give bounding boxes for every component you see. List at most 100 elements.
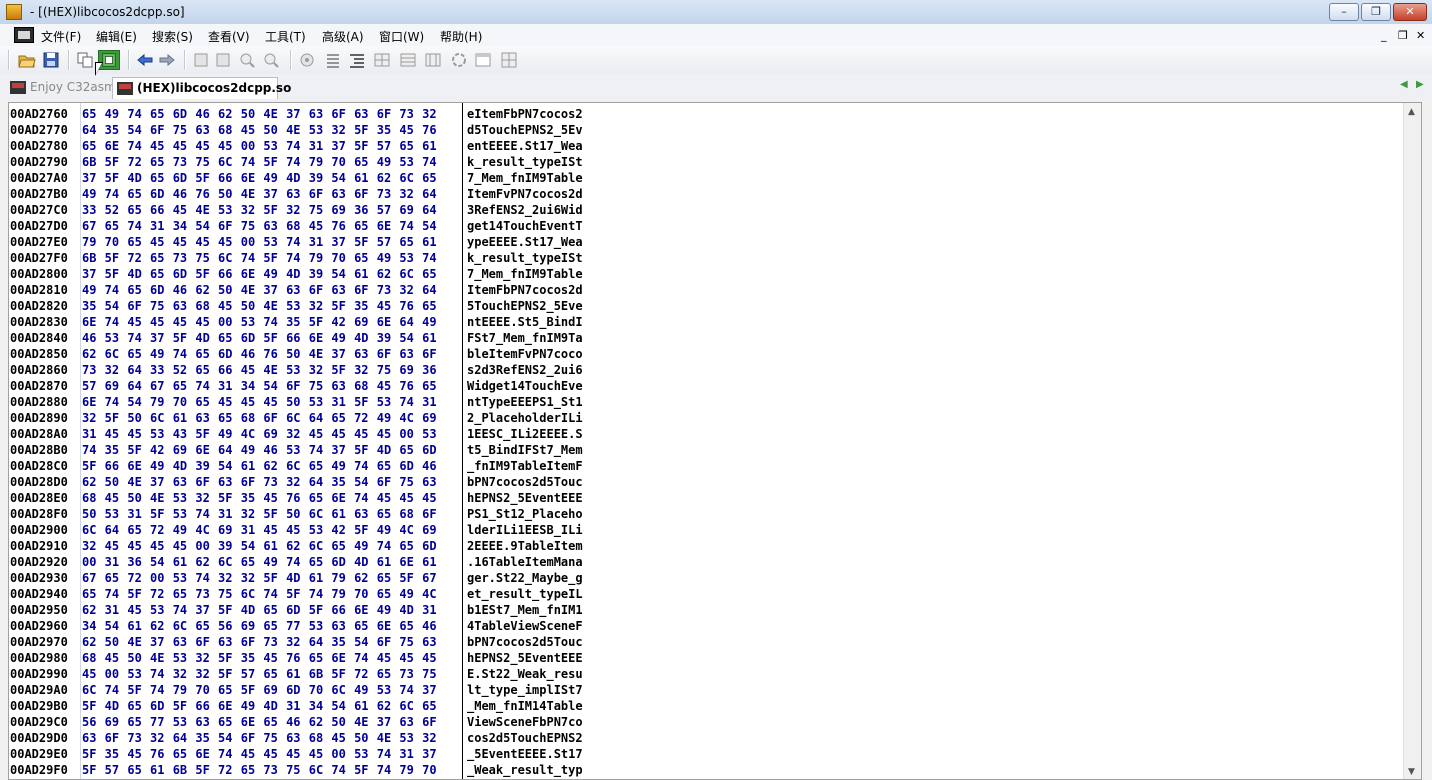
row-ascii[interactable]: d5TouchEPNS2_5Ev [467, 122, 583, 138]
scroll-up-icon[interactable]: ▲ [1408, 107, 1415, 117]
row-ascii[interactable]: 7_Mem_fnIM9Table [467, 170, 583, 186]
row-hex-bytes[interactable]: 62 50 4E 37 63 6F 63 6F 73 32 64 35 54 6… [82, 634, 437, 650]
tab-enjoy-c32asm[interactable]: Enjoy C32asm [6, 77, 116, 99]
row-ascii[interactable]: _Weak_result_typ [467, 762, 583, 778]
menu-search[interactable]: 搜索(S) [152, 28, 193, 45]
row-ascii[interactable]: ItemFvPN7cocos2d [467, 186, 583, 202]
row-hex-bytes[interactable]: 73 32 64 33 52 65 66 45 4E 53 32 5F 32 7… [82, 362, 437, 378]
arrow-left-icon[interactable] [136, 51, 154, 69]
row-ascii[interactable]: E.St22_Weak_resu [467, 666, 583, 682]
row-hex-bytes[interactable]: 37 5F 4D 65 6D 5F 66 6E 49 4D 39 54 61 6… [82, 170, 437, 186]
row-hex-bytes[interactable]: 00 31 36 54 61 62 6C 65 49 74 65 6D 4D 6… [82, 554, 437, 570]
row-ascii[interactable]: s2d3RefENS2_2ui6 [467, 362, 583, 378]
menu-file[interactable]: 文件(F) [41, 28, 81, 45]
row-ascii[interactable]: 2EEEE.9TableItem [467, 538, 583, 554]
row-ascii[interactable]: ntEEEE.St5_BindI [467, 314, 583, 330]
settings-icon[interactable] [298, 51, 316, 69]
row-ascii[interactable]: get14TouchEventT [467, 218, 583, 234]
row-ascii[interactable]: _Mem_fnIM14Table [467, 698, 583, 714]
mdi-restore-button[interactable]: ❐ [1398, 29, 1408, 42]
row-hex-bytes[interactable]: 67 65 72 00 53 74 32 32 5F 4D 61 79 62 6… [82, 570, 437, 586]
window-icon[interactable] [474, 51, 492, 69]
row-hex-bytes[interactable]: 57 69 64 67 65 74 31 34 54 6F 75 63 68 4… [82, 378, 437, 394]
row-ascii[interactable]: hEPNS2_5EventEEE [467, 650, 583, 666]
menu-help[interactable]: 帮助(H) [440, 28, 482, 45]
row-hex-bytes[interactable]: 34 54 61 62 6C 65 56 69 65 77 53 63 65 6… [82, 618, 437, 634]
row-ascii[interactable]: ViewSceneFbPN7co [467, 714, 583, 730]
row-ascii[interactable]: k_result_typeISt [467, 250, 583, 266]
row-hex-bytes[interactable]: 45 00 53 74 32 32 5F 57 65 61 6B 5F 72 6… [82, 666, 437, 682]
row-hex-bytes[interactable]: 5F 57 65 61 6B 5F 72 65 73 75 6C 74 5F 7… [82, 762, 437, 778]
row-hex-bytes[interactable]: 6C 74 5F 74 79 70 65 5F 69 6D 70 6C 49 5… [82, 682, 437, 698]
row-ascii[interactable]: lderILi1EESB_ILi [467, 522, 583, 538]
indent-icon[interactable] [348, 51, 366, 69]
row-hex-bytes[interactable]: 35 54 6F 75 63 68 45 50 4E 53 32 5F 35 4… [82, 298, 437, 314]
vertical-scrollbar[interactable]: ▲ ▼ [1403, 103, 1421, 779]
find-icon[interactable] [238, 51, 256, 69]
menu-edit[interactable]: 编辑(E) [96, 28, 137, 45]
find-next-icon[interactable] [262, 51, 280, 69]
row-hex-bytes[interactable]: 62 50 4E 37 63 6F 63 6F 73 32 64 35 54 6… [82, 474, 437, 490]
row-ascii[interactable]: k_result_typeISt [467, 154, 583, 170]
row-hex-bytes[interactable]: 74 35 5F 42 69 6E 64 49 46 53 74 37 5F 4… [82, 442, 437, 458]
row-hex-bytes[interactable]: 5F 35 45 76 65 6E 74 45 45 45 45 00 53 7… [82, 746, 437, 762]
refresh-icon[interactable] [450, 51, 468, 69]
columns-icon[interactable] [424, 51, 442, 69]
row-hex-bytes[interactable]: 46 53 74 37 5F 4D 65 6D 5F 66 6E 49 4D 3… [82, 330, 437, 346]
row-ascii[interactable]: .16TableItemMana [467, 554, 583, 570]
row-ascii[interactable]: cos2d5TouchEPNS2 [467, 730, 583, 746]
row-ascii[interactable]: 2_PlaceholderILi [467, 410, 583, 426]
row-hex-bytes[interactable]: 65 6E 74 45 45 45 45 00 53 74 31 37 5F 5… [82, 138, 437, 154]
row-hex-bytes[interactable]: 31 45 45 53 43 5F 49 4C 69 32 45 45 45 4… [82, 426, 437, 442]
row-hex-bytes[interactable]: 65 74 5F 72 65 73 75 6C 74 5F 74 79 70 6… [82, 586, 437, 602]
mdi-minimize-button[interactable]: _ [1381, 29, 1387, 42]
row-ascii[interactable]: ger.St22_Maybe_g [467, 570, 583, 586]
row-ascii[interactable]: et_result_typeIL [467, 586, 583, 602]
row-hex-bytes[interactable]: 62 6C 65 49 74 65 6D 46 76 50 4E 37 63 6… [82, 346, 437, 362]
save-icon[interactable] [42, 51, 60, 69]
tab-hex-libcocos2dcpp[interactable]: (HEX)libcocos2dcpp.so [112, 77, 291, 99]
redo-icon[interactable] [214, 51, 232, 69]
row-ascii[interactable]: bleItemFvPN7coco [467, 346, 583, 362]
row-hex-bytes[interactable]: 49 74 65 6D 46 76 50 4E 37 63 6F 63 6F 7… [82, 186, 437, 202]
list-icon[interactable] [324, 51, 342, 69]
row-hex-bytes[interactable]: 37 5F 4D 65 6D 5F 66 6E 49 4D 39 54 61 6… [82, 266, 437, 282]
row-hex-bytes[interactable]: 65 49 74 65 6D 46 62 50 4E 37 63 6F 63 6… [82, 106, 437, 122]
row-ascii[interactable]: 4TableViewSceneF [467, 618, 583, 634]
menu-view[interactable]: 查看(V) [208, 28, 250, 45]
row-ascii[interactable]: eItemFbPN7cocos2 [467, 106, 583, 122]
tab-scroll-left-icon[interactable]: ◀ [1400, 79, 1408, 90]
row-ascii[interactable]: 1EESC_ILi2EEEE.S [467, 426, 583, 442]
row-hex-bytes[interactable]: 64 35 54 6F 75 63 68 45 50 4E 53 32 5F 3… [82, 122, 437, 138]
row-ascii[interactable]: t5_BindIFSt7_Mem [467, 442, 583, 458]
row-ascii[interactable]: ItemFbPN7cocos2d [467, 282, 583, 298]
row-ascii[interactable]: 5TouchEPNS2_5Eve [467, 298, 583, 314]
app-icon[interactable] [6, 4, 22, 20]
row-hex-bytes[interactable]: 79 70 65 45 45 45 45 00 53 74 31 37 5F 5… [82, 234, 437, 250]
row-ascii[interactable]: ypeEEEE.St17_Wea [467, 234, 583, 250]
scroll-down-icon[interactable]: ▼ [1408, 767, 1415, 777]
row-ascii[interactable]: ntTypeEEEPS1_St1 [467, 394, 583, 410]
split-icon[interactable] [500, 51, 518, 69]
menu-tools[interactable]: 工具(T) [265, 28, 306, 45]
row-hex-bytes[interactable]: 32 45 45 45 45 00 39 54 61 62 6C 65 49 7… [82, 538, 437, 554]
row-hex-bytes[interactable]: 6E 74 54 79 70 65 45 45 45 50 53 31 5F 5… [82, 394, 437, 410]
row-ascii[interactable]: b1ESt7_Mem_fnIM1 [467, 602, 583, 618]
minimize-button[interactable]: – [1329, 3, 1359, 21]
hex-editor[interactable]: 00AD2760 65 49 74 65 6D 46 62 50 4E 37 63… [8, 102, 1422, 780]
row-ascii[interactable]: _fnIM9TableItemF [467, 458, 583, 474]
restore-button[interactable]: ❐ [1361, 3, 1391, 21]
grid-icon[interactable] [373, 51, 391, 69]
menu-window[interactable]: 窗口(W) [379, 28, 424, 45]
tab-scroll-right-icon[interactable]: ▶ [1416, 79, 1424, 90]
row-hex-bytes[interactable]: 67 65 74 31 34 54 6F 75 63 68 45 76 65 6… [82, 218, 437, 234]
row-hex-bytes[interactable]: 56 69 65 77 53 63 65 6E 65 46 62 50 4E 3… [82, 714, 437, 730]
row-hex-bytes[interactable]: 5F 4D 65 6D 5F 66 6E 49 4D 31 34 54 61 6… [82, 698, 437, 714]
row-hex-bytes[interactable]: 33 52 65 66 45 4E 53 32 5F 32 75 69 36 5… [82, 202, 437, 218]
row-ascii[interactable]: 3RefENS2_2ui6Wid [467, 202, 583, 218]
row-hex-bytes[interactable]: 50 53 31 5F 53 74 31 32 5F 50 6C 61 63 6… [82, 506, 437, 522]
row-hex-bytes[interactable]: 49 74 65 6D 46 62 50 4E 37 63 6F 63 6F 7… [82, 282, 437, 298]
row-hex-bytes[interactable]: 68 45 50 4E 53 32 5F 35 45 76 65 6E 74 4… [82, 490, 437, 506]
menu-advanced[interactable]: 高级(A) [322, 28, 364, 45]
table-icon[interactable] [399, 51, 417, 69]
